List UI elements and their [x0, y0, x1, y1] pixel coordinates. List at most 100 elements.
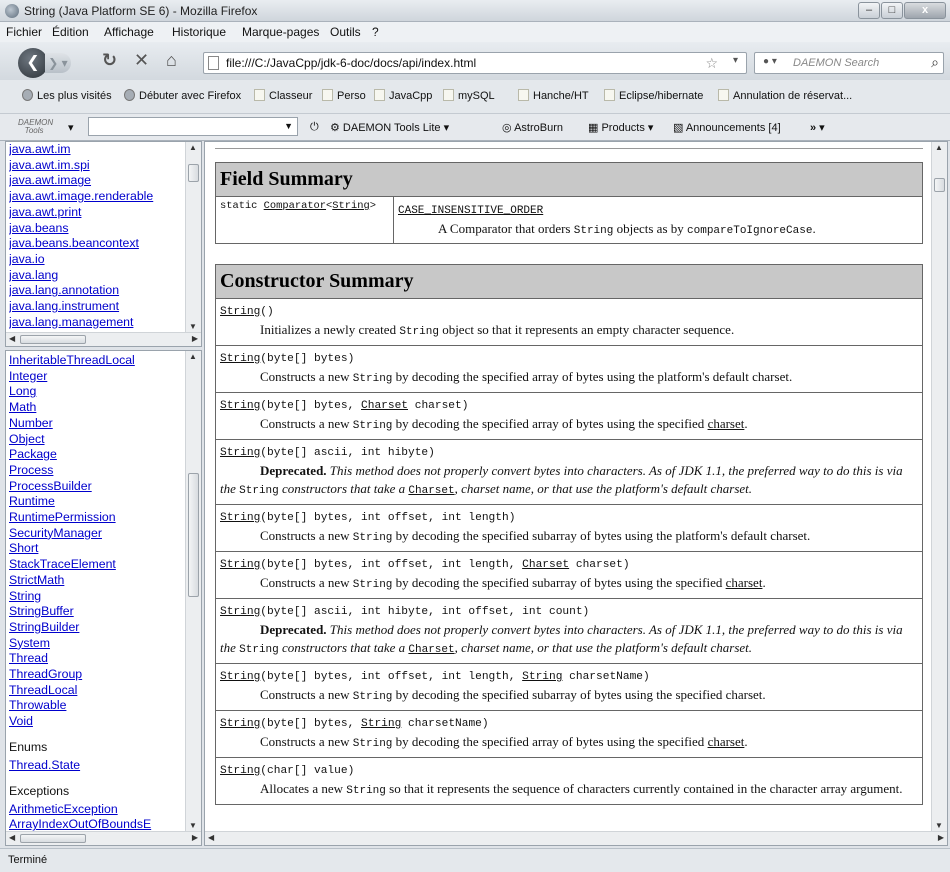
- package-horizontal-scrollbar[interactable]: ◀ ▶: [6, 332, 201, 346]
- menu-historique[interactable]: Historique: [172, 25, 226, 39]
- scroll-thumb[interactable]: [188, 164, 199, 182]
- menu-fichier[interactable]: Fichier: [6, 25, 42, 39]
- package-link[interactable]: java.lang.instrument: [9, 299, 185, 315]
- bookmark-perso[interactable]: Perso: [322, 89, 366, 102]
- bookmark-eclipse[interactable]: Eclipse/hibernate: [604, 89, 703, 102]
- url-dropdown-icon[interactable]: ▾: [733, 55, 738, 66]
- search-icon[interactable]: ⌕: [931, 54, 939, 71]
- products-button[interactable]: ▦ Products ▾: [588, 121, 653, 134]
- more-chevron-icon[interactable]: » ▾: [810, 121, 825, 134]
- package-link[interactable]: java.lang.management: [9, 315, 185, 331]
- url-text[interactable]: file:///C:/JavaCpp/jdk-6-doc/docs/api/in…: [226, 56, 476, 70]
- constructor-link[interactable]: String: [220, 765, 260, 777]
- enum-link[interactable]: Thread.State: [9, 758, 185, 774]
- class-link[interactable]: Object: [9, 432, 185, 448]
- menu-help[interactable]: ?: [372, 25, 379, 39]
- bookmark-javacpp[interactable]: JavaCpp: [374, 89, 432, 102]
- bookmark-most-visited[interactable]: Les plus visités: [22, 89, 112, 102]
- bookmark-mysql[interactable]: mySQL: [443, 89, 495, 102]
- class-link[interactable]: Runtime: [9, 494, 185, 510]
- bookmark-getting-started[interactable]: Débuter avec Firefox: [124, 89, 241, 102]
- daemon-logo[interactable]: DAEMON Tools: [18, 119, 53, 135]
- search-box[interactable]: ● ▾ DAEMON Search ⌕: [754, 52, 944, 74]
- class-link[interactable]: Void: [9, 714, 185, 730]
- class-link[interactable]: SecurityManager: [9, 526, 185, 542]
- class-link[interactable]: StrictMath: [9, 573, 185, 589]
- class-link[interactable]: Throwable: [9, 698, 185, 714]
- constructor-link[interactable]: String: [220, 718, 260, 730]
- class-link[interactable]: System: [9, 636, 185, 652]
- package-vertical-scrollbar[interactable]: ▲ ▼: [185, 142, 201, 332]
- package-link[interactable]: java.awt.print: [9, 205, 185, 221]
- package-link[interactable]: java.awt.image: [9, 173, 185, 189]
- string-type-link[interactable]: String: [361, 718, 401, 730]
- class-link[interactable]: Math: [9, 400, 185, 416]
- class-link[interactable]: Short: [9, 541, 185, 557]
- package-link[interactable]: java.awt.im: [9, 142, 185, 158]
- main-horizontal-scrollbar[interactable]: ◀ ▶: [205, 831, 947, 845]
- scroll-right-icon[interactable]: ▶: [938, 833, 944, 842]
- forward-arrow-icon[interactable]: ❯ ▾: [45, 53, 71, 73]
- class-link[interactable]: StringBuffer: [9, 604, 185, 620]
- case-insensitive-order-link[interactable]: CASE_INSENSITIVE_ORDER: [398, 205, 543, 217]
- announcements-button[interactable]: ▧ Announcements [4]: [673, 121, 781, 134]
- bookmark-star-icon[interactable]: ☆: [705, 55, 718, 72]
- class-link[interactable]: ThreadLocal: [9, 683, 185, 699]
- constructor-link[interactable]: String: [220, 447, 260, 459]
- class-link[interactable]: ProcessBuilder: [9, 479, 185, 495]
- search-engine-icon[interactable]: ● ▾: [763, 56, 777, 67]
- package-link[interactable]: java.beans: [9, 221, 185, 237]
- scroll-thumb[interactable]: [20, 335, 86, 344]
- charset-class-link[interactable]: Charset: [408, 485, 454, 497]
- charset-type-link[interactable]: Charset: [522, 559, 569, 571]
- class-link[interactable]: Integer: [9, 369, 185, 385]
- main-vertical-scrollbar[interactable]: ▲ ▼: [931, 142, 947, 831]
- scroll-right-icon[interactable]: ▶: [192, 334, 198, 343]
- class-link[interactable]: Long: [9, 384, 185, 400]
- string-type-link[interactable]: String: [522, 671, 562, 683]
- class-link[interactable]: Package: [9, 447, 185, 463]
- class-horizontal-scrollbar[interactable]: ◀ ▶: [6, 831, 201, 845]
- class-link[interactable]: InheritableThreadLocal: [9, 353, 185, 369]
- class-link[interactable]: ThreadGroup: [9, 667, 185, 683]
- charset-link[interactable]: charset: [708, 416, 745, 431]
- scroll-thumb[interactable]: [20, 834, 86, 843]
- package-link[interactable]: java.beans.beancontext: [9, 236, 185, 252]
- constructor-link[interactable]: String: [220, 353, 260, 365]
- comparator-link[interactable]: Comparator: [264, 200, 326, 212]
- back-arrow-icon[interactable]: ❮: [18, 48, 48, 78]
- scroll-thumb[interactable]: [188, 473, 199, 597]
- scroll-up-icon[interactable]: ▲: [189, 143, 197, 152]
- charset-class-link[interactable]: Charset: [408, 644, 454, 656]
- scroll-up-icon[interactable]: ▲: [189, 352, 197, 361]
- package-link[interactable]: java.io: [9, 252, 185, 268]
- home-icon[interactable]: ⌂: [166, 50, 177, 71]
- constructor-link[interactable]: String: [220, 671, 260, 683]
- reload-icon[interactable]: ↻: [102, 50, 117, 71]
- class-link[interactable]: Number: [9, 416, 185, 432]
- daemon-menu-arrow-icon[interactable]: ▾: [68, 121, 74, 134]
- search-input[interactable]: DAEMON Search: [793, 57, 879, 69]
- package-link[interactable]: java.lang: [9, 268, 185, 284]
- class-link[interactable]: String: [9, 589, 185, 605]
- menu-edition[interactable]: Édition: [52, 25, 89, 39]
- constructor-link[interactable]: String: [220, 400, 260, 412]
- bookmark-classeur[interactable]: Classeur: [254, 89, 312, 102]
- class-link[interactable]: RuntimePermission: [9, 510, 185, 526]
- charset-type-link[interactable]: Charset: [361, 400, 408, 412]
- power-icon[interactable]: ⏻: [310, 121, 319, 134]
- menu-marque-pages[interactable]: Marque-pages: [242, 25, 319, 39]
- menu-affichage[interactable]: Affichage: [104, 25, 154, 39]
- constructor-link[interactable]: String: [220, 512, 260, 524]
- stop-icon[interactable]: ✕: [134, 50, 149, 71]
- daemon-search-select[interactable]: ▼: [88, 117, 298, 136]
- constructor-link[interactable]: String: [220, 606, 260, 618]
- scroll-thumb[interactable]: [934, 178, 945, 192]
- class-link[interactable]: Process: [9, 463, 185, 479]
- class-vertical-scrollbar[interactable]: ▲ ▼: [185, 351, 201, 831]
- package-link[interactable]: java.awt.im.spi: [9, 158, 185, 174]
- class-link[interactable]: Thread: [9, 651, 185, 667]
- string-type-link[interactable]: String: [332, 200, 369, 212]
- scroll-right-icon[interactable]: ▶: [192, 833, 198, 842]
- constructor-link[interactable]: String: [220, 306, 260, 318]
